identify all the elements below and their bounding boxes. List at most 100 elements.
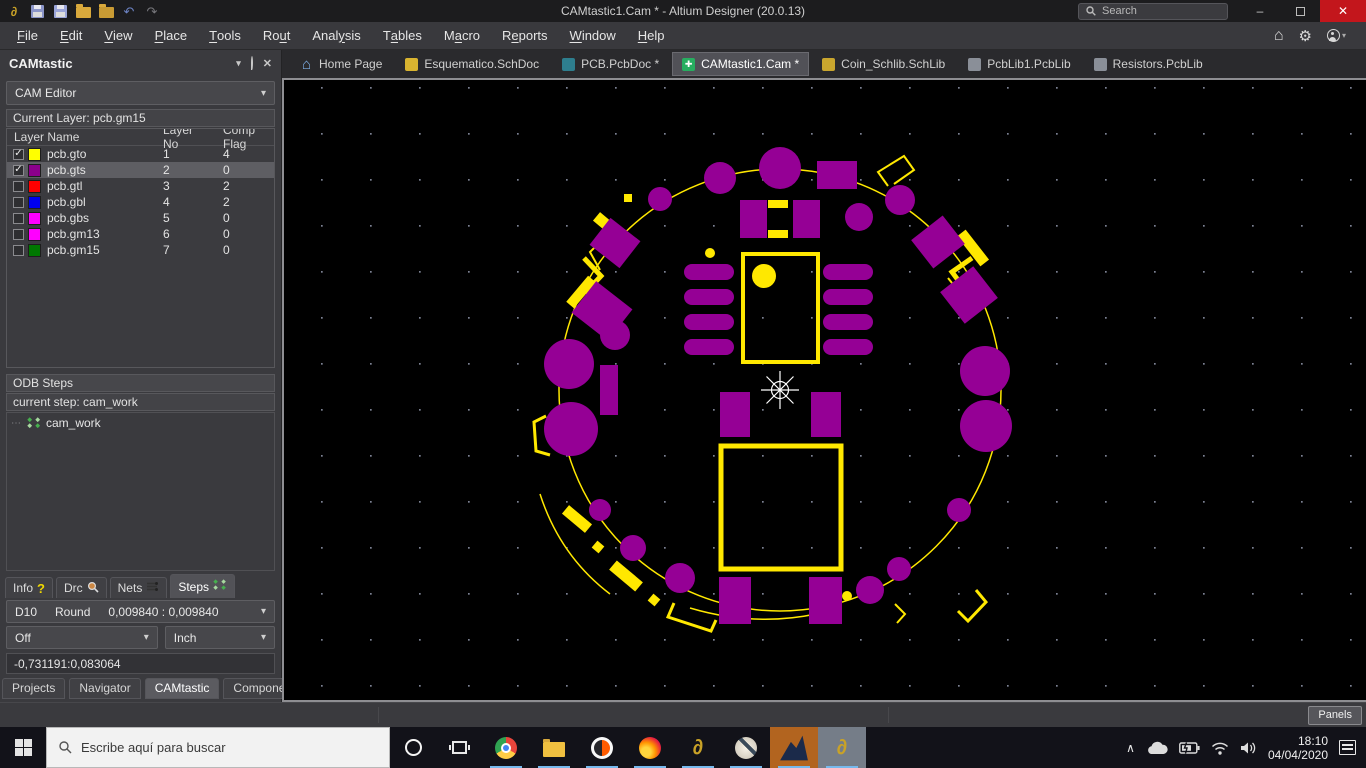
layer-color-swatch[interactable] bbox=[28, 212, 41, 225]
menu-item-tables[interactable]: Tables bbox=[372, 22, 433, 49]
taskbar-app-firefox[interactable] bbox=[626, 727, 674, 768]
maximize-button[interactable] bbox=[1280, 0, 1320, 22]
start-button[interactable] bbox=[0, 727, 46, 768]
doc-tab-5[interactable]: Coin_Schlib.SchLib bbox=[812, 52, 955, 76]
home-icon[interactable]: ⌂ bbox=[1274, 27, 1284, 45]
gear-icon[interactable]: ⚙ bbox=[1299, 27, 1312, 45]
doc-tab-7[interactable]: Resistors.PcbLib bbox=[1084, 52, 1213, 76]
panel-tab-steps[interactable]: Steps bbox=[170, 574, 235, 598]
layer-name: pcb.gbl bbox=[47, 195, 86, 209]
bottom-tab-projects[interactable]: Projects bbox=[2, 678, 65, 699]
minimize-button[interactable]: – bbox=[1240, 0, 1280, 22]
panel-dropdown-icon[interactable]: ▾ bbox=[236, 58, 241, 69]
layer-visibility-checkbox[interactable]: ✓ bbox=[13, 165, 24, 176]
pin-icon[interactable] bbox=[251, 57, 253, 69]
layer-visibility-checkbox[interactable] bbox=[13, 181, 24, 192]
layer-visibility-checkbox[interactable] bbox=[13, 229, 24, 240]
menu-item-tools[interactable]: Tools bbox=[198, 22, 252, 49]
grid-dot bbox=[1154, 179, 1156, 181]
panels-button[interactable]: Panels bbox=[1308, 706, 1362, 725]
units-select[interactable]: Inch ▾ bbox=[165, 626, 275, 649]
menu-item-place[interactable]: Place bbox=[144, 22, 199, 49]
taskbar-clock[interactable]: 18:10 04/04/2020 bbox=[1268, 734, 1328, 762]
comp-flag: 2 bbox=[208, 195, 274, 209]
panel-tab-drc[interactable]: Drc bbox=[56, 577, 107, 598]
layer-row[interactable]: pcb.gbs50 bbox=[7, 210, 274, 226]
bottom-tab-camtastic[interactable]: CAMtastic bbox=[145, 678, 220, 699]
menu-item-help[interactable]: Help bbox=[627, 22, 676, 49]
menu-item-file[interactable]: File bbox=[6, 22, 49, 49]
layer-row[interactable]: ✓pcb.gts20 bbox=[7, 162, 274, 178]
task-view-icon bbox=[452, 741, 467, 754]
layer-visibility-checkbox[interactable] bbox=[13, 213, 24, 224]
layer-color-swatch[interactable] bbox=[28, 180, 41, 193]
layer-row[interactable]: pcb.gm1570 bbox=[7, 242, 274, 258]
doc-tab-6[interactable]: PcbLib1.PcbLib bbox=[958, 52, 1080, 76]
cam-canvas[interactable] bbox=[282, 78, 1366, 702]
layer-row[interactable]: pcb.gtl32 bbox=[7, 178, 274, 194]
taskbar-app-opera[interactable] bbox=[578, 727, 626, 768]
taskbar-app-krita[interactable] bbox=[722, 727, 770, 768]
layer-color-swatch[interactable] bbox=[28, 228, 41, 241]
layer-visibility-checkbox[interactable]: ✓ bbox=[13, 149, 24, 160]
grid-dot bbox=[1203, 317, 1205, 319]
doc-tab-1[interactable]: ⌂Home Page bbox=[290, 52, 392, 76]
menu-item-view[interactable]: View bbox=[93, 22, 143, 49]
menu-item-rout[interactable]: Rout bbox=[252, 22, 301, 49]
dcode-select[interactable]: D10 Round 0,009840 : 0,009840 ▾ bbox=[6, 600, 275, 623]
col-header-layer-name[interactable]: Layer Name bbox=[7, 130, 156, 144]
open-icon[interactable] bbox=[75, 4, 91, 19]
tree-item-cam-work[interactable]: ⋯ cam_work bbox=[11, 416, 270, 430]
taskbar-app-altium-2[interactable]: ∂ bbox=[818, 727, 866, 768]
menu-item-reports[interactable]: Reports bbox=[491, 22, 559, 49]
onedrive-icon[interactable] bbox=[1146, 740, 1168, 756]
grid-dot bbox=[860, 363, 862, 365]
titlebar-search[interactable]: Search bbox=[1078, 3, 1228, 20]
task-view-button[interactable] bbox=[436, 727, 482, 768]
layer-color-swatch[interactable] bbox=[28, 164, 41, 177]
dcode-size: 0,009840 : 0,009840 bbox=[108, 605, 218, 619]
menu-item-window[interactable]: Window bbox=[559, 22, 627, 49]
layer-visibility-checkbox[interactable] bbox=[13, 197, 24, 208]
save-all-icon[interactable] bbox=[52, 4, 68, 19]
user-profile-icon[interactable]: ▾ bbox=[1327, 29, 1346, 42]
editor-mode-select[interactable]: CAM Editor ▾ bbox=[6, 81, 275, 105]
menu-item-edit[interactable]: Edit bbox=[49, 22, 93, 49]
open-document-icon[interactable] bbox=[98, 4, 114, 19]
close-button[interactable]: ✕ bbox=[1320, 0, 1366, 22]
menu-item-macro[interactable]: Macro bbox=[433, 22, 491, 49]
taskbar-app-altium[interactable]: ∂ bbox=[674, 727, 722, 768]
taskbar-app-matlab[interactable] bbox=[770, 727, 818, 768]
tray-expand-icon[interactable]: ∧ bbox=[1126, 741, 1135, 755]
grid-dot bbox=[419, 455, 421, 457]
layer-visibility-checkbox[interactable] bbox=[13, 245, 24, 256]
grid-dot bbox=[1105, 547, 1107, 549]
cortana-button[interactable] bbox=[390, 727, 436, 768]
battery-icon[interactable] bbox=[1179, 742, 1200, 754]
snap-select[interactable]: Off ▾ bbox=[6, 626, 158, 649]
doc-tab-2[interactable]: Esquematico.SchDoc bbox=[395, 52, 549, 76]
taskbar-search[interactable]: Escribe aquí para buscar bbox=[46, 727, 390, 768]
panel-tab-info[interactable]: Info? bbox=[5, 577, 53, 598]
panel-close-icon[interactable]: ✕ bbox=[263, 57, 272, 70]
silkscreen-mark bbox=[895, 604, 905, 623]
solder-pad bbox=[811, 392, 841, 437]
bottom-tab-navigator[interactable]: Navigator bbox=[69, 678, 140, 699]
taskbar-app-explorer[interactable] bbox=[530, 727, 578, 768]
taskbar-app-chrome[interactable] bbox=[482, 727, 530, 768]
panel-tab-nets[interactable]: Nets bbox=[110, 577, 168, 598]
layer-row[interactable]: pcb.gbl42 bbox=[7, 194, 274, 210]
action-center-icon[interactable] bbox=[1339, 740, 1356, 755]
layer-color-swatch[interactable] bbox=[28, 196, 41, 209]
wifi-icon[interactable] bbox=[1211, 741, 1229, 755]
doc-tab-4[interactable]: ✚CAMtastic1.Cam * bbox=[672, 52, 809, 76]
layer-row[interactable]: ✓pcb.gto14 bbox=[7, 146, 274, 162]
menu-item-analysis[interactable]: Analysis bbox=[301, 22, 371, 49]
layer-color-swatch[interactable] bbox=[28, 244, 41, 257]
layer-color-swatch[interactable] bbox=[28, 148, 41, 161]
doc-tab-3[interactable]: PCB.PcbDoc * bbox=[552, 52, 669, 76]
layer-row[interactable]: pcb.gm1360 bbox=[7, 226, 274, 242]
undo-icon[interactable]: ↶ bbox=[121, 4, 137, 19]
save-icon[interactable] bbox=[29, 4, 45, 19]
volume-icon[interactable] bbox=[1240, 741, 1257, 755]
